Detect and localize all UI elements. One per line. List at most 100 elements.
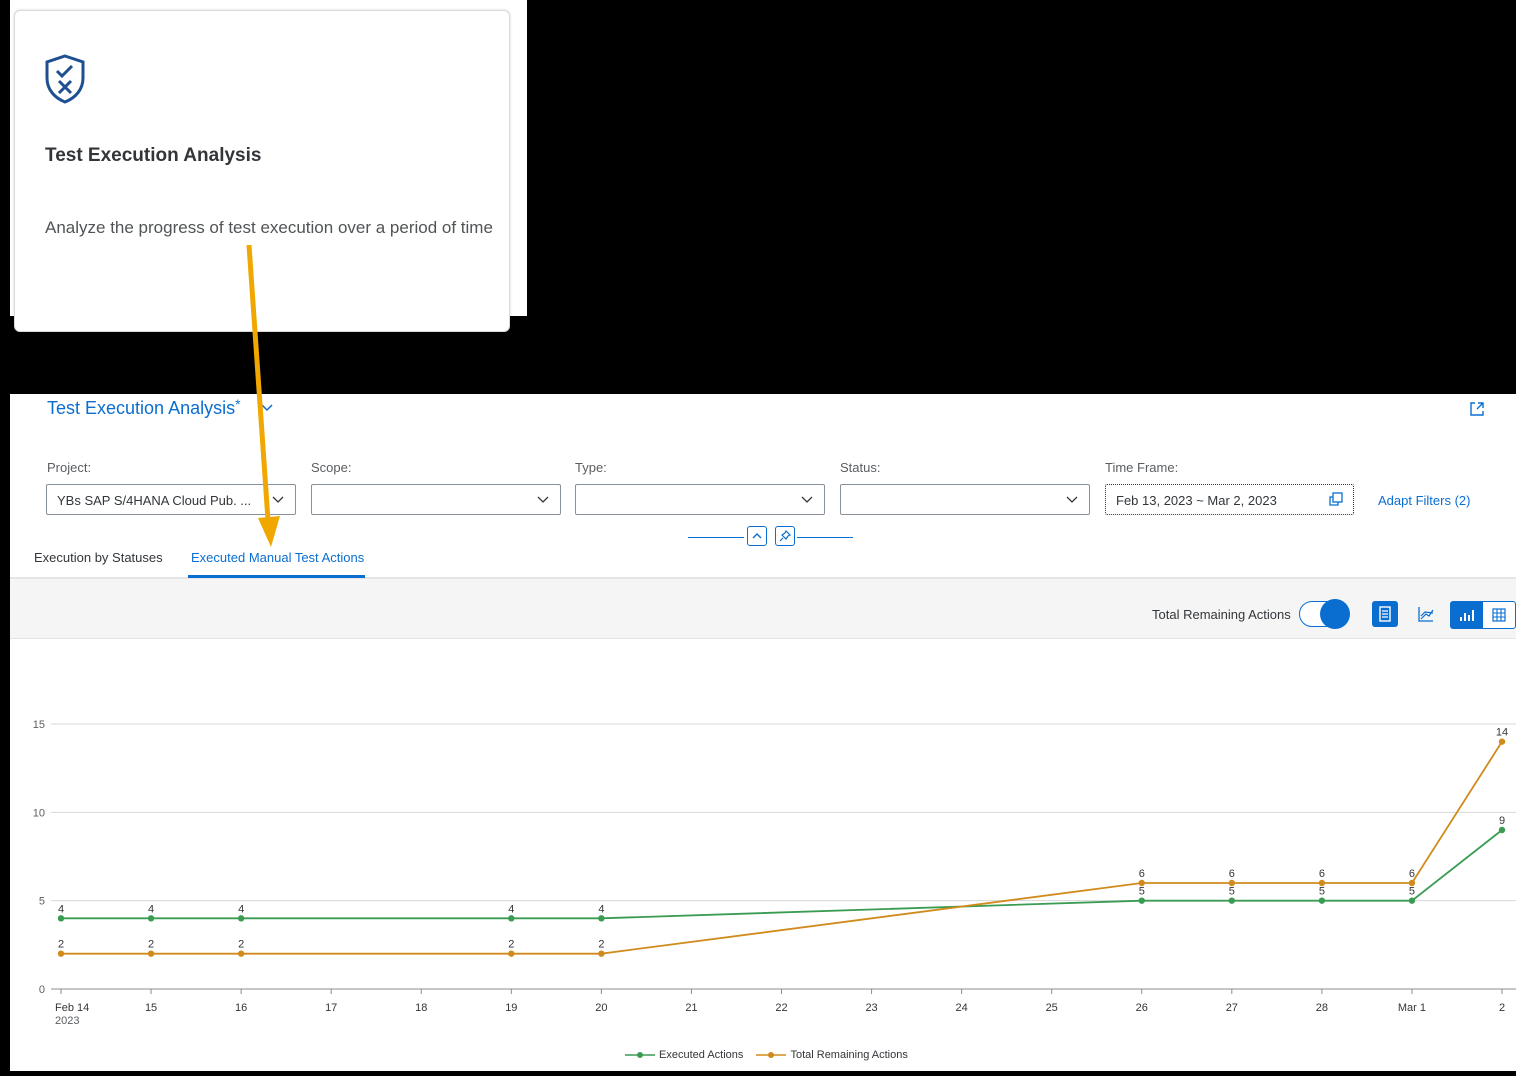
data-point bbox=[1408, 897, 1416, 904]
x-tick-label: Feb 14 bbox=[55, 1002, 89, 1014]
data-label: 5 bbox=[1229, 886, 1235, 898]
divider bbox=[797, 537, 853, 538]
y-tick-label: 10 bbox=[33, 807, 45, 819]
date-range-icon[interactable] bbox=[1329, 492, 1343, 506]
legend-marker-executed bbox=[625, 1052, 655, 1059]
collapse-header-button[interactable] bbox=[747, 526, 767, 546]
data-label: 5 bbox=[1319, 886, 1325, 898]
details-view-button[interactable] bbox=[1372, 601, 1398, 627]
chevron-down-icon bbox=[1066, 496, 1078, 503]
data-label: 2 bbox=[58, 939, 64, 951]
y-tick-label: 5 bbox=[39, 896, 45, 908]
legend-label-remaining: Total Remaining Actions bbox=[790, 1049, 908, 1061]
data-label: 6 bbox=[1319, 868, 1325, 880]
x-sub-label: 2023 bbox=[55, 1015, 79, 1027]
data-label: 2 bbox=[238, 939, 244, 951]
data-label: 2 bbox=[598, 939, 604, 951]
x-tick-label: 25 bbox=[1046, 1002, 1058, 1014]
data-label: 6 bbox=[1139, 868, 1145, 880]
data-label: 2 bbox=[508, 939, 514, 951]
data-point bbox=[1318, 879, 1326, 887]
status-label: Status: bbox=[840, 460, 881, 475]
data-label: 6 bbox=[1409, 868, 1415, 880]
data-point bbox=[147, 915, 155, 922]
data-label: 5 bbox=[1409, 886, 1415, 898]
tile-title: Test Execution Analysis bbox=[45, 145, 262, 166]
series-line-executed bbox=[61, 829, 1503, 920]
table-grid-button[interactable] bbox=[1484, 602, 1515, 628]
x-tick-label: 22 bbox=[775, 1002, 787, 1014]
data-point bbox=[508, 915, 515, 922]
chart-legend: Executed Actions Total Remaining Actions bbox=[625, 1049, 918, 1061]
x-tick-label: 26 bbox=[1136, 1002, 1148, 1014]
grid-icon bbox=[1492, 608, 1506, 622]
x-tick-label: 24 bbox=[956, 1002, 968, 1014]
x-tick-label: 18 bbox=[415, 1002, 427, 1014]
bar-chart-icon bbox=[1460, 610, 1474, 621]
chart-svg: 051015Feb 14 15 16 17 18 19 20 21 22 23 24 25 26 27 28… bbox=[33, 719, 1516, 1027]
y-tick-label: 0 bbox=[39, 984, 45, 996]
status-select[interactable] bbox=[840, 484, 1090, 515]
x-tick-label: 28 bbox=[1316, 1002, 1328, 1014]
legend-item-remaining[interactable]: Total Remaining Actions bbox=[756, 1049, 908, 1061]
chevron-down-icon bbox=[801, 496, 813, 503]
x-tick-label: 15 bbox=[145, 1002, 157, 1014]
legend-item-executed[interactable]: Executed Actions bbox=[625, 1049, 743, 1061]
variant-title[interactable]: Test Execution Analysis* bbox=[47, 396, 241, 419]
total-remaining-toggle[interactable] bbox=[1299, 599, 1350, 629]
filter-header: Test Execution Analysis* Project: YBs SA… bbox=[10, 394, 1516, 579]
time-frame-label: Time Frame: bbox=[1105, 460, 1179, 475]
scope-select[interactable] bbox=[311, 484, 561, 515]
app-tile[interactable] bbox=[14, 10, 510, 332]
series-line-remaining bbox=[61, 741, 1503, 955]
project-select[interactable]: YBs SAP S/4HANA Cloud Pub. ... bbox=[46, 484, 296, 515]
chevron-up-icon bbox=[752, 533, 762, 539]
x-tick-label: 2 bbox=[1499, 1002, 1505, 1014]
data-label: 9 bbox=[1499, 815, 1505, 827]
data-label: 14 bbox=[1496, 727, 1508, 739]
chart-toolbar: Total Remaining Actions bbox=[10, 579, 1516, 639]
modified-marker: * bbox=[235, 396, 241, 412]
data-label: 4 bbox=[238, 903, 244, 915]
chevron-down-icon[interactable] bbox=[260, 400, 274, 414]
x-tick-label: 21 bbox=[685, 1002, 697, 1014]
data-point bbox=[57, 950, 65, 957]
data-point bbox=[508, 950, 515, 957]
data-point bbox=[1228, 879, 1236, 887]
chevron-down-icon bbox=[272, 496, 284, 503]
data-label: 4 bbox=[508, 903, 514, 915]
x-tick-label: 27 bbox=[1226, 1002, 1238, 1014]
data-point bbox=[1498, 826, 1506, 834]
data-point bbox=[1408, 879, 1416, 887]
x-tick-label: 19 bbox=[505, 1002, 517, 1014]
share-icon[interactable] bbox=[1468, 400, 1486, 418]
adapt-filters-button[interactable]: Adapt Filters (2) bbox=[1378, 493, 1470, 508]
pin-header-button[interactable] bbox=[775, 526, 795, 546]
type-select[interactable] bbox=[575, 484, 825, 515]
legend-marker-remaining bbox=[756, 1052, 787, 1059]
table-view-icon bbox=[1379, 606, 1391, 622]
x-tick-label: Mar 1 bbox=[1398, 1002, 1426, 1014]
data-point bbox=[1228, 897, 1236, 904]
tab-executed-manual-test-actions[interactable]: Executed Manual Test Actions bbox=[191, 550, 364, 565]
chart-table-switch bbox=[1450, 601, 1516, 629]
data-label: 4 bbox=[148, 903, 154, 915]
data-point bbox=[147, 950, 155, 957]
y-tick-label: 15 bbox=[33, 719, 45, 731]
legend-label-executed: Executed Actions bbox=[659, 1049, 744, 1061]
toggle-knob bbox=[1320, 599, 1350, 629]
data-point bbox=[237, 915, 245, 922]
data-point bbox=[1138, 879, 1145, 887]
data-label: 4 bbox=[58, 903, 64, 915]
x-tick-label: 16 bbox=[235, 1002, 247, 1014]
tile-description: Analyze the progress of test execution o… bbox=[45, 218, 493, 237]
x-tick-label: 17 bbox=[325, 1002, 337, 1014]
x-tick-label: 23 bbox=[865, 1002, 877, 1014]
data-point bbox=[1318, 897, 1326, 904]
line-chart-button[interactable] bbox=[1413, 601, 1439, 627]
tab-execution-by-statuses[interactable]: Execution by Statuses bbox=[34, 550, 163, 565]
time-frame-input[interactable]: Feb 13, 2023 ~ Mar 2, 2023 bbox=[1105, 484, 1354, 515]
chart-view-button[interactable] bbox=[1451, 602, 1483, 628]
pin-icon bbox=[779, 529, 792, 542]
scope-label: Scope: bbox=[311, 460, 352, 475]
